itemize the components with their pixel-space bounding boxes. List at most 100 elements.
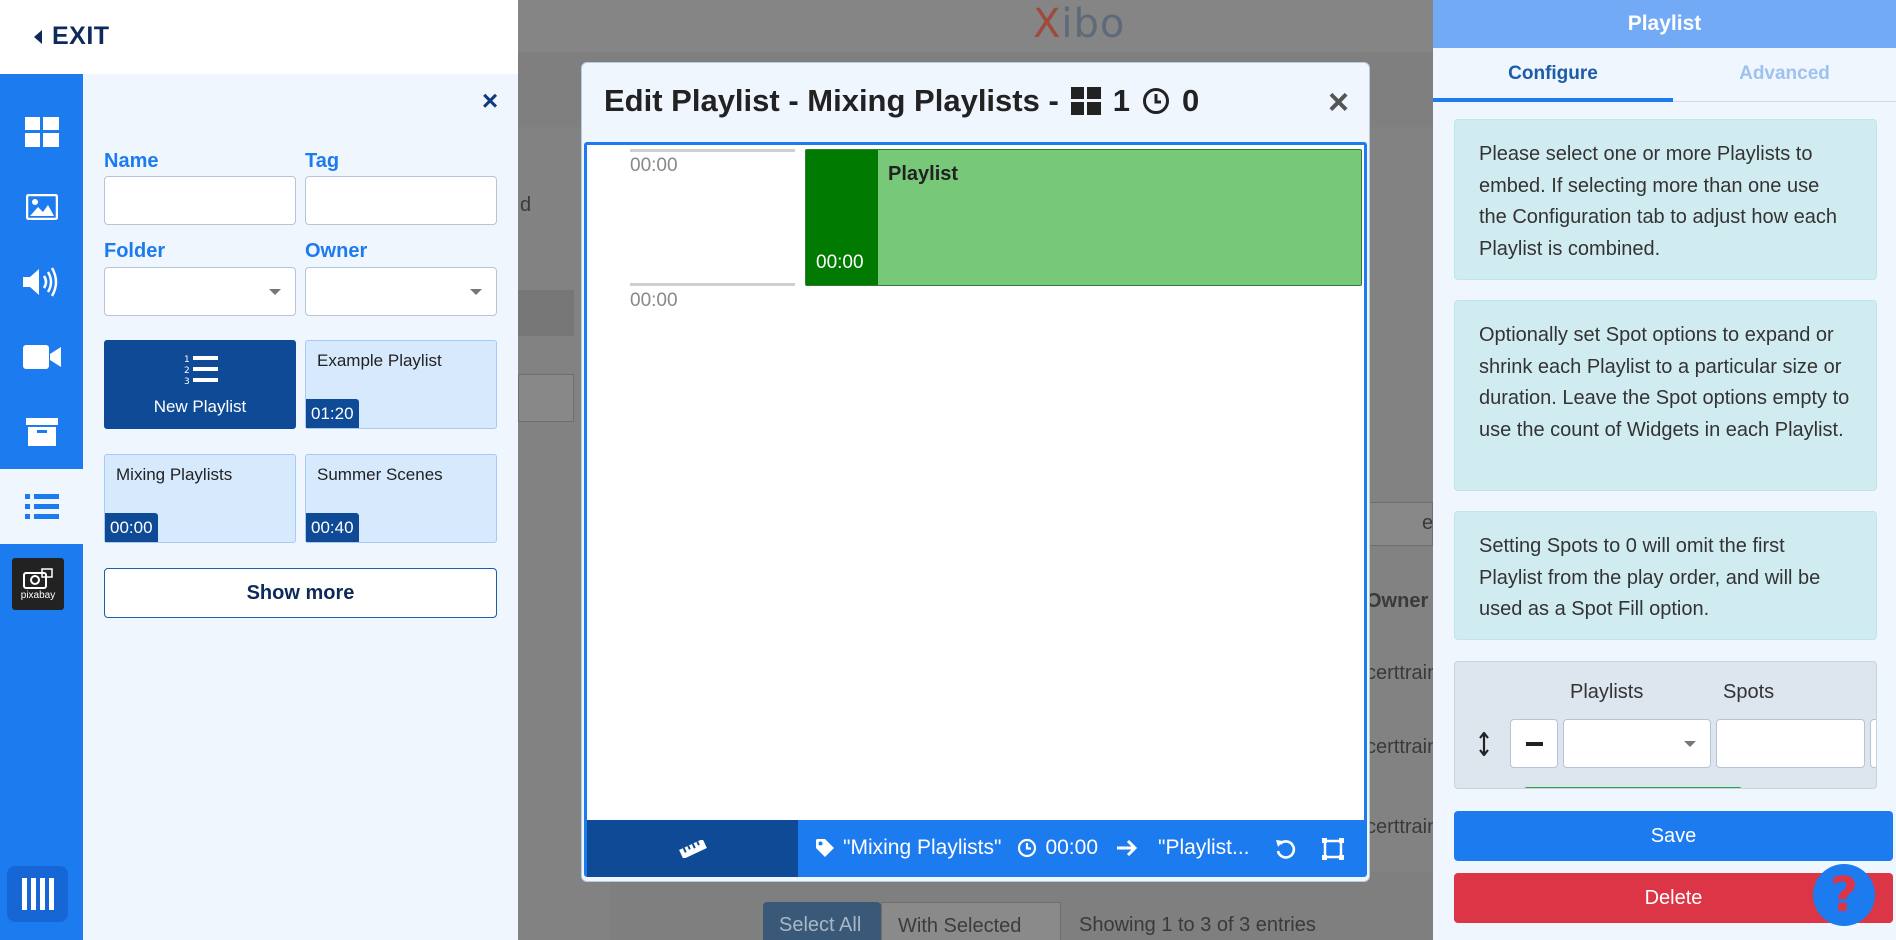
- xibo-logo: Xibo: [1033, 1, 1126, 47]
- background-row: certtrain: [1366, 736, 1439, 758]
- timeline-block-duration: 00:00: [816, 252, 864, 273]
- widgets-icon: [1070, 87, 1101, 115]
- svg-text:1: 1: [184, 355, 190, 365]
- exit-bar: EXIT: [0, 0, 518, 74]
- toolbar-pixabay[interactable]: pixabay: [12, 558, 64, 610]
- tag-icon: [816, 839, 834, 857]
- exit-label: EXIT: [52, 22, 110, 50]
- spot-length-input[interactable]: [1870, 719, 1876, 768]
- chevron-down-icon: [470, 289, 482, 295]
- caret-left-icon: [34, 29, 42, 44]
- arrow-right-icon: [1117, 839, 1138, 857]
- folder-label: Folder: [104, 240, 166, 262]
- image-icon: [25, 193, 58, 220]
- edit-playlist-modal: Edit Playlist - Mixing Playlists - 1 0 ×…: [581, 62, 1370, 882]
- toolbar-video[interactable]: [0, 319, 83, 394]
- show-more-button[interactable]: Show more: [104, 568, 497, 618]
- fit-screen-icon[interactable]: [1321, 837, 1345, 861]
- background-fragment: d: [520, 194, 532, 216]
- save-button[interactable]: Save: [1454, 811, 1893, 861]
- playlists-column-label: Playlists: [1570, 681, 1644, 703]
- background-strip: [518, 290, 574, 336]
- name-label: Name: [104, 150, 159, 172]
- background-row: certtrain: [1366, 816, 1439, 838]
- reorder-handle-icon[interactable]: [1479, 732, 1489, 756]
- modal-close-icon[interactable]: ×: [1328, 81, 1349, 123]
- entries-text: Showing 1 to 3 of 3 entries: [1079, 914, 1316, 936]
- timeline-widget-block[interactable]: Playlist 00:00: [805, 149, 1362, 286]
- playlist-card[interactable]: Example Playlist 01:20: [305, 340, 497, 429]
- toolbar-playlists[interactable]: [0, 469, 83, 544]
- footer-duration: 00:00: [1045, 836, 1099, 859]
- select-all-button[interactable]: Select All: [763, 902, 881, 940]
- pixabay-label: pixabay: [20, 589, 56, 601]
- footer-target: "Playlist...: [1158, 836, 1250, 859]
- tag-input[interactable]: [305, 176, 497, 225]
- tag-label: Tag: [305, 150, 340, 172]
- footer-playlist-name: "Mixing Playlists": [843, 836, 1002, 859]
- toolbar-layouts[interactable]: [0, 94, 83, 169]
- info-message: Optionally set Spot options to expand or…: [1454, 300, 1877, 491]
- clock-icon: [1143, 88, 1170, 114]
- background-row: certtrain: [1366, 662, 1439, 684]
- minus-icon: [1526, 742, 1543, 746]
- timeline-block-name: Playlist: [888, 163, 959, 185]
- owner-select[interactable]: [305, 267, 497, 316]
- remove-row-button[interactable]: [1510, 719, 1558, 768]
- undo-icon[interactable]: [1275, 838, 1297, 860]
- library-icon: [21, 878, 54, 910]
- playlist-library-panel: × Name Tag Folder Owner 1 2 3 New Playli…: [83, 74, 518, 940]
- properties-panel: Playlist Configure Advanced Please selec…: [1433, 0, 1896, 940]
- toolbar: pixabay: [0, 74, 83, 940]
- toolbar-audio[interactable]: [0, 244, 83, 319]
- playlist-card[interactable]: Mixing Playlists 00:00: [104, 454, 296, 543]
- timeline-time: 00:00: [630, 290, 678, 311]
- timeline-time: 00:00: [630, 155, 678, 176]
- tab-advanced[interactable]: Advanced: [1673, 48, 1896, 102]
- spots-input[interactable]: [1716, 719, 1865, 768]
- toolbar-library[interactable]: [7, 866, 68, 922]
- new-playlist-card[interactable]: 1 2 3 New Playlist: [104, 340, 296, 429]
- timeline-info: "Mixing Playlists" 00:00 "Playlist...: [815, 836, 1250, 860]
- audio-icon: [22, 266, 57, 297]
- folder-select[interactable]: [104, 267, 296, 316]
- background-topbar: [518, 0, 1433, 52]
- background-input: [518, 374, 574, 422]
- svg-text:2: 2: [184, 366, 190, 376]
- svg-text:3: 3: [184, 377, 190, 385]
- playlist-select[interactable]: [1563, 719, 1711, 768]
- timeline-footer: "Mixing Playlists" 00:00 "Playlist...: [587, 820, 1364, 877]
- timeline-ruler-line: [630, 149, 795, 152]
- modal-title-text: Edit Playlist - Mixing Playlists -: [604, 83, 1059, 118]
- ruler-icon: [678, 839, 707, 858]
- ordered-list-icon: 1 2 3: [184, 355, 218, 385]
- tab-configure[interactable]: Configure: [1433, 48, 1673, 102]
- exit-button[interactable]: EXIT: [34, 22, 110, 51]
- info-message: Setting Spots to 0 will omit the first P…: [1454, 511, 1877, 640]
- background-fragment: e: [1422, 512, 1434, 534]
- playlist-spots-form: Playlists Spots: [1454, 661, 1877, 789]
- timeline-ruler-toggle[interactable]: [587, 820, 798, 877]
- add-row-button[interactable]: [1523, 787, 1743, 788]
- owner-label: Owner: [305, 240, 368, 262]
- name-input[interactable]: [104, 176, 296, 225]
- pixabay-icon: [23, 567, 53, 589]
- panel-close-icon[interactable]: ×: [478, 87, 502, 115]
- widget-count: 1: [1112, 83, 1131, 118]
- playlist-timeline: 00:00 00:00 Playlist 00:00 "Mixing Playl…: [584, 142, 1367, 877]
- modal-title: Edit Playlist - Mixing Playlists - 1 0: [604, 83, 1199, 119]
- video-icon: [22, 344, 61, 369]
- clock-icon: [1018, 838, 1037, 858]
- toolbar-archive[interactable]: [0, 394, 83, 469]
- chevron-down-icon: [1684, 741, 1696, 747]
- card-duration: 01:20: [306, 399, 359, 428]
- archive-icon: [25, 417, 58, 446]
- background-owner-header: Owner: [1366, 590, 1429, 612]
- toolbar-images[interactable]: [0, 169, 83, 244]
- chevron-down-icon: [269, 289, 281, 295]
- help-button[interactable]: ?: [1813, 864, 1875, 926]
- with-selected-button[interactable]: With Selected: [881, 902, 1061, 940]
- info-message: Please select one or more Playlists to e…: [1454, 119, 1877, 280]
- card-title: Mixing Playlists: [116, 465, 233, 484]
- playlist-card[interactable]: Summer Scenes 00:40: [305, 454, 497, 543]
